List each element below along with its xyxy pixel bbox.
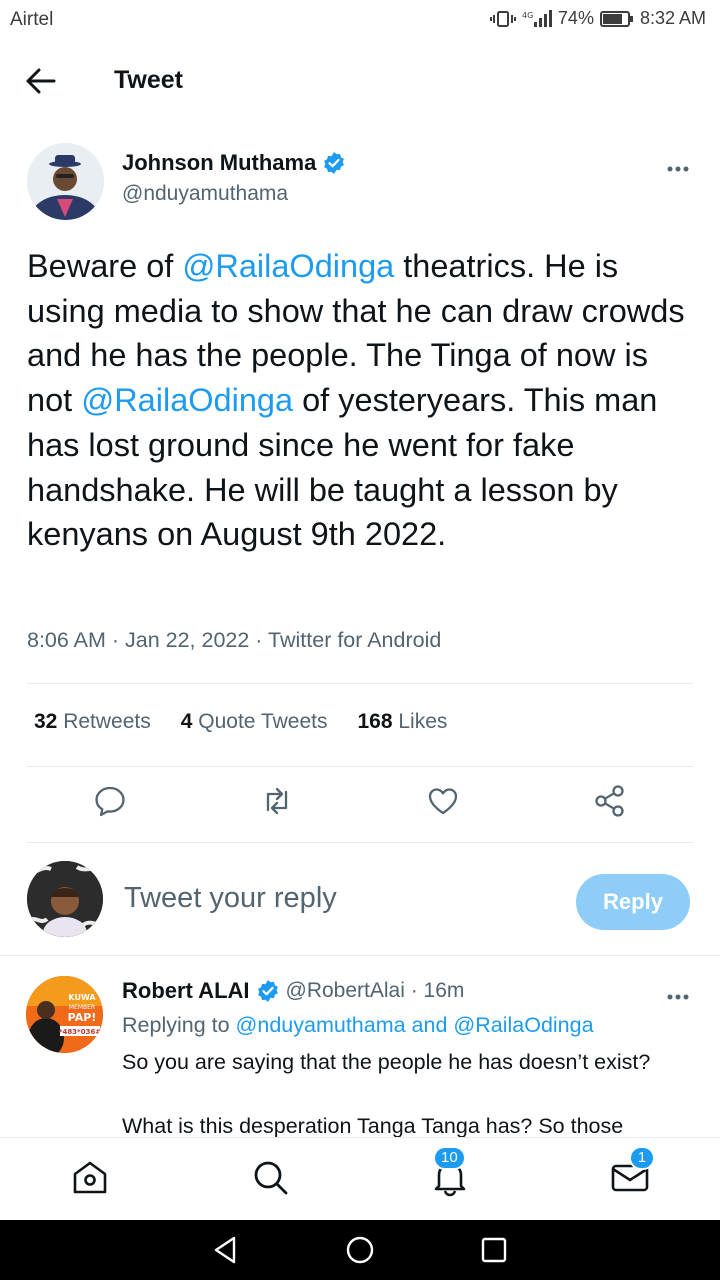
replying-prefix: Replying to <box>122 1013 236 1037</box>
reply-author-avatar[interactable]: KUWA MEMBER PAP! *483*036# <box>26 976 103 1053</box>
author-name-text: Johnson Muthama <box>122 150 317 175</box>
nav-notifications-icon[interactable]: 10 <box>429 1146 471 1198</box>
author-avatar[interactable] <box>27 143 104 220</box>
reply-icon[interactable] <box>93 784 127 818</box>
divider <box>27 683 693 684</box>
reply-text-spacer <box>122 1078 712 1110</box>
verified-badge-icon <box>322 151 346 175</box>
replying-to: Replying to @nduyamuthama and @RailaOdin… <box>122 1013 594 1038</box>
author-handle[interactable]: @nduyamuthama <box>122 182 288 206</box>
back-arrow-icon[interactable] <box>24 66 58 96</box>
system-back-icon[interactable] <box>210 1234 242 1266</box>
verified-badge-icon <box>256 979 280 1003</box>
nav-home-icon[interactable] <box>69 1156 111 1198</box>
reply-text-line: What is this desperation Tanga Tanga has… <box>122 1114 624 1138</box>
status-bar: Airtel 4G 74% 8:32 AM <box>0 0 720 40</box>
divider <box>27 766 693 767</box>
signal-icon: 4G <box>522 9 552 28</box>
reply-text-line: So you are saying that the people he has… <box>122 1050 651 1074</box>
more-options-icon[interactable] <box>666 160 690 172</box>
carrier-label: Airtel <box>10 9 54 30</box>
reply-more-options-icon[interactable] <box>666 988 690 1000</box>
svg-text:KUWA: KUWA <box>68 993 96 1002</box>
clock: 8:32 AM <box>639 8 706 28</box>
vibrate-icon <box>489 10 516 28</box>
retweet-icon[interactable] <box>260 784 294 818</box>
reply-author-name[interactable]: Robert ALAI <box>122 978 250 1004</box>
quotes-count: 4 <box>180 710 193 733</box>
likes-count: 168 <box>357 710 393 733</box>
current-user-avatar[interactable] <box>27 861 103 937</box>
reply-author-handle-time[interactable]: @RobertAlai · 16m <box>286 979 465 1003</box>
like-heart-icon[interactable] <box>426 784 460 818</box>
tweet-text: Beware of @RailaOdinga theatrics. He is … <box>27 244 697 557</box>
share-icon[interactable] <box>593 784 627 818</box>
quotes-label: Quote Tweets <box>198 710 328 733</box>
page-title: Tweet <box>114 66 183 94</box>
status-icons: 4G 74% 8:32 AM <box>489 8 706 29</box>
tweet-stats: 32 Retweets 4 Quote Tweets 168 Likes <box>34 710 447 734</box>
tweet-timestamp[interactable]: 8:06 AM · Jan 22, 2022 · Twitter for And… <box>27 628 441 653</box>
messages-badge: 1 <box>629 1146 655 1170</box>
bottom-nav: 10 1 <box>0 1137 720 1220</box>
retweets-stat[interactable]: 32 Retweets <box>34 710 151 734</box>
replying-and: and <box>405 1013 454 1037</box>
battery-icon <box>599 10 634 28</box>
mention-link[interactable]: @RailaOdinga <box>453 1013 593 1037</box>
tweet-text-part: Beware of <box>27 248 183 284</box>
mention-link[interactable]: @nduyamuthama <box>236 1013 406 1037</box>
app-header: Tweet <box>0 40 720 122</box>
divider <box>0 955 720 956</box>
author-name[interactable]: Johnson Muthama <box>122 150 346 176</box>
reply-tweet[interactable]: KUWA MEMBER PAP! *483*036# Robert ALAI @… <box>0 960 720 1138</box>
system-recents-icon[interactable] <box>478 1234 510 1266</box>
mention-link[interactable]: @RailaOdinga <box>81 382 293 418</box>
retweets-count: 32 <box>34 710 58 733</box>
svg-text:*483*036#: *483*036# <box>59 1028 102 1036</box>
svg-text:MEMBER: MEMBER <box>69 1004 95 1011</box>
svg-text:PAP!: PAP! <box>68 1011 97 1024</box>
reply-text: So you are saying that the people he has… <box>122 1046 712 1138</box>
nav-messages-icon[interactable]: 1 <box>609 1146 655 1198</box>
reply-button[interactable]: Reply <box>576 874 690 930</box>
quote-tweets-stat[interactable]: 4 Quote Tweets <box>181 710 328 734</box>
likes-stat[interactable]: 168 Likes <box>357 710 447 734</box>
system-home-icon[interactable] <box>344 1234 376 1266</box>
tweet-actions <box>0 784 720 826</box>
notifications-badge: 10 <box>433 1146 466 1170</box>
mention-link[interactable]: @RailaOdinga <box>182 248 394 284</box>
system-nav-bar <box>0 1220 720 1280</box>
battery-percent: 74% <box>557 8 594 28</box>
divider <box>27 842 693 843</box>
retweets-label: Retweets <box>63 710 151 733</box>
likes-label: Likes <box>398 710 448 733</box>
reply-header: Robert ALAI @RobertAlai · 16m <box>122 978 464 1004</box>
reply-input[interactable]: Tweet your reply <box>124 882 544 915</box>
nav-search-icon[interactable] <box>249 1156 291 1198</box>
network-type-label: 4G <box>522 11 533 20</box>
